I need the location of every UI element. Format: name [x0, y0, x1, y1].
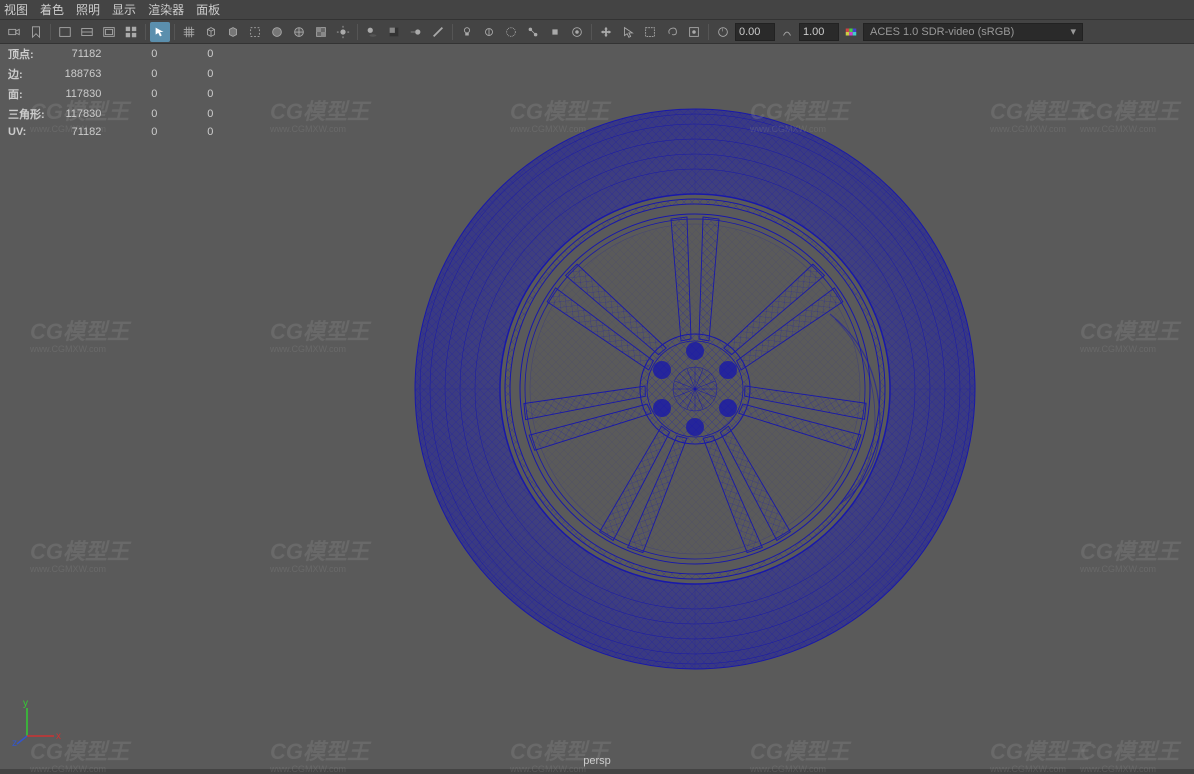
film-gate-icon[interactable] [77, 22, 97, 42]
exposure-icon[interactable] [713, 22, 733, 42]
camera-select-icon[interactable] [4, 22, 24, 42]
watermark: CG模型王www.CGMXW.com [1080, 734, 1179, 774]
viewport[interactable]: 顶点:7118200 边:18876300 面:11783000 三角形:117… [0, 44, 1194, 769]
resolution-gate-icon[interactable] [99, 22, 119, 42]
watermark: CG模型王www.CGMXW.com [270, 734, 369, 774]
separator [174, 24, 175, 40]
camera-name-label: persp [583, 755, 611, 767]
gamma-icon[interactable] [777, 22, 797, 42]
watermark: CG模型王www.CGMXW.com [270, 534, 369, 574]
xray-icon[interactable] [501, 22, 521, 42]
menu-view[interactable]: 视图 [4, 1, 28, 18]
wireframe-on-shaded-icon[interactable] [289, 22, 309, 42]
gate-mask-icon[interactable] [121, 22, 141, 42]
stats-row-verts: 顶点:7118200 [8, 44, 233, 64]
exposure-input[interactable] [735, 23, 775, 41]
move-tool-icon[interactable] [596, 22, 616, 42]
menu-shading[interactable]: 着色 [40, 1, 64, 18]
mesh-wheel-wireframe[interactable] [400, 94, 990, 684]
depth-of-field-icon[interactable] [567, 22, 587, 42]
wireframe-cube-icon[interactable] [201, 22, 221, 42]
menu-renderer[interactable]: 渲染器 [148, 1, 184, 18]
stats-row-uvs: UV:7118200 [8, 124, 233, 140]
anti-alias-icon[interactable] [428, 22, 448, 42]
menu-panels[interactable]: 面板 [196, 1, 220, 18]
separator [50, 24, 51, 40]
panel-toolbar: ACES 1.0 SDR-video (sRGB) ▾ [0, 20, 1194, 44]
gamma-input[interactable] [799, 23, 839, 41]
stats-row-faces: 面:11783000 [8, 84, 233, 104]
image-plane-icon[interactable] [55, 22, 75, 42]
chevron-down-icon: ▾ [1070, 25, 1076, 38]
watermark: CG模型王www.CGMXW.com [1080, 94, 1179, 134]
color-space-dropdown[interactable]: ACES 1.0 SDR-video (sRGB) ▾ [863, 23, 1083, 41]
poly-count-hud: 顶点:7118200 边:18876300 面:11783000 三角形:117… [8, 44, 233, 140]
lasso-icon[interactable] [662, 22, 682, 42]
marquee-icon[interactable] [640, 22, 660, 42]
watermark: CG模型王www.CGMXW.com [1080, 314, 1179, 354]
separator [708, 24, 709, 40]
menu-lighting[interactable]: 照明 [76, 1, 100, 18]
separator [591, 24, 592, 40]
watermark: CG模型王www.CGMXW.com [270, 314, 369, 354]
smooth-shade-icon[interactable] [267, 22, 287, 42]
bookmark-icon[interactable] [26, 22, 46, 42]
watermark: CG模型王www.CGMXW.com [750, 734, 849, 774]
shaded-cube-icon[interactable] [223, 22, 243, 42]
axis-y-label: y [23, 698, 28, 709]
stats-row-edges: 边:18876300 [8, 64, 233, 84]
isolate-select-icon[interactable] [545, 22, 565, 42]
watermark: CG模型王www.CGMXW.com [270, 94, 369, 134]
color-space-label: ACES 1.0 SDR-video (sRGB) [870, 26, 1014, 38]
xray-joints-icon[interactable] [523, 22, 543, 42]
watermark: CG模型王www.CGMXW.com [990, 734, 1089, 774]
color-mgmt-icon[interactable] [841, 22, 861, 42]
watermark: CG模型王www.CGMXW.com [30, 314, 129, 354]
bounding-box-icon[interactable] [245, 22, 265, 42]
panel-menubar: 视图 着色 照明 显示 渲染器 面板 [0, 0, 1194, 20]
motion-blur-icon[interactable] [406, 22, 426, 42]
textured-icon[interactable] [311, 22, 331, 42]
use-all-lights-icon[interactable] [333, 22, 353, 42]
light-two-sided-icon[interactable] [479, 22, 499, 42]
axis-x-label: x [56, 731, 61, 742]
axis-gizmo: y x z [12, 696, 62, 749]
light-icon[interactable] [457, 22, 477, 42]
separator [357, 24, 358, 40]
watermark: CG模型王www.CGMXW.com [510, 734, 609, 774]
separator [145, 24, 146, 40]
grid-icon[interactable] [179, 22, 199, 42]
watermark: CG模型王www.CGMXW.com [1080, 534, 1179, 574]
pointer-icon[interactable] [618, 22, 638, 42]
stats-row-tris: 三角形:11783000 [8, 104, 233, 124]
paint-select-icon[interactable] [684, 22, 704, 42]
shadows-icon[interactable] [362, 22, 382, 42]
watermark: CG模型王www.CGMXW.com [990, 94, 1089, 134]
separator [452, 24, 453, 40]
axis-z-label: z [12, 738, 17, 746]
watermark: CG模型王www.CGMXW.com [30, 534, 129, 574]
menu-show[interactable]: 显示 [112, 1, 136, 18]
screen-space-ao-icon[interactable] [384, 22, 404, 42]
select-tool-icon[interactable] [150, 22, 170, 42]
stats-table: 顶点:7118200 边:18876300 面:11783000 三角形:117… [8, 44, 233, 140]
